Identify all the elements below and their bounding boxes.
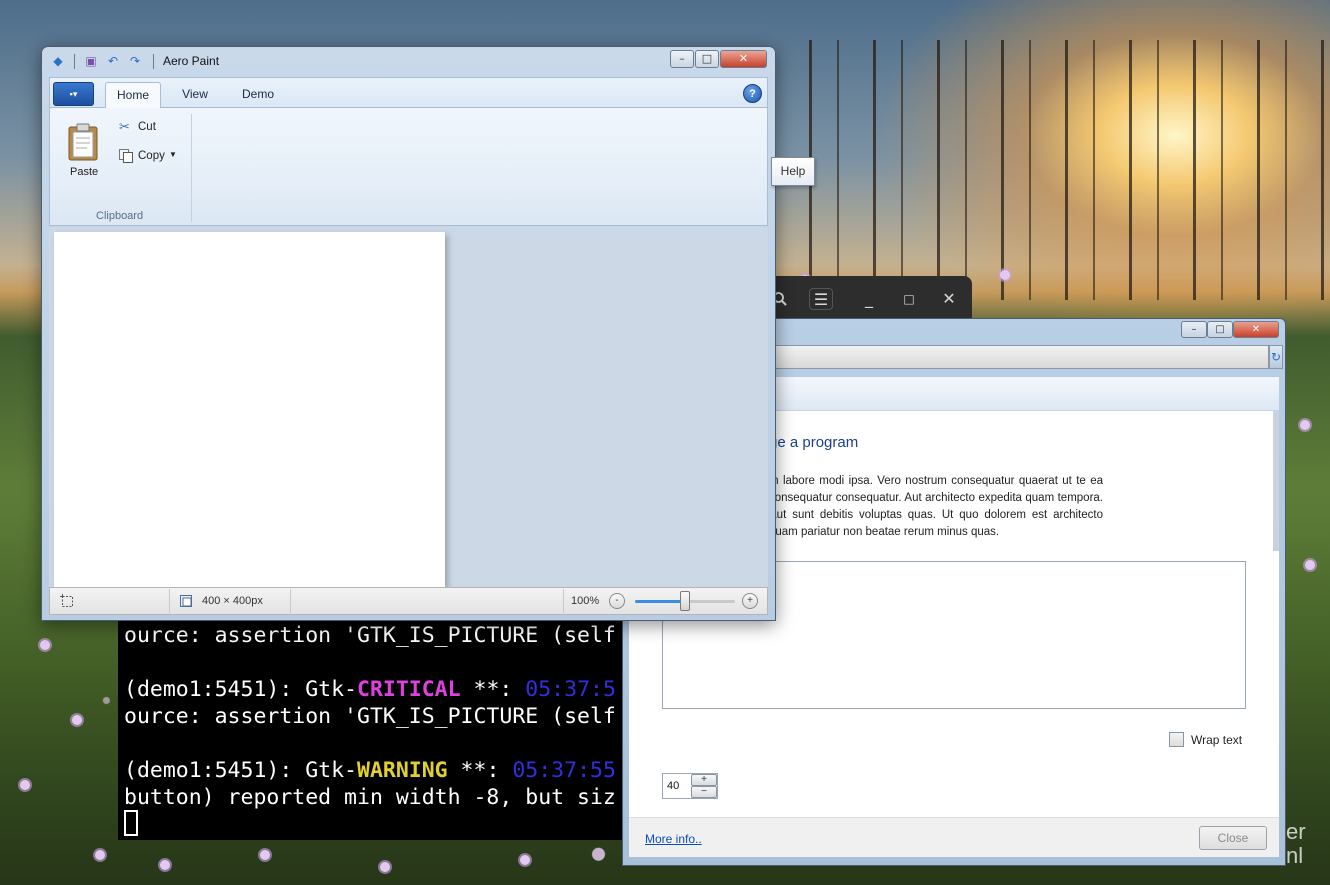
drawing-canvas[interactable]: [54, 232, 445, 587]
status-separator: [169, 589, 170, 613]
menu-icon[interactable]: ☰: [809, 288, 833, 310]
more-info-link[interactable]: More info..: [645, 832, 702, 846]
terminal-window[interactable]: ource: assertion 'GTK_IS_PICTURE (self (…: [118, 610, 628, 840]
maximize-button[interactable]: □: [897, 288, 921, 310]
ribbon-group-separator: [191, 114, 192, 222]
flower-decoration: [160, 860, 170, 870]
close-button[interactable]: ✕: [937, 288, 961, 310]
terminal-line: button) reported min width -8, but siz: [124, 785, 616, 810]
window-title: Aero Paint: [163, 54, 220, 68]
flower-decoration: [72, 715, 82, 725]
terminal-line: ource: assertion 'GTK_IS_PICTURE (self: [124, 704, 616, 729]
minimize-button[interactable]: –: [1181, 321, 1207, 338]
zoom-in-button[interactable]: +: [742, 593, 758, 609]
watermark-line: nl: [1286, 843, 1304, 868]
flower-decoration: [1000, 270, 1010, 280]
flower-decoration: [260, 850, 270, 860]
paste-button-label[interactable]: Paste: [70, 166, 98, 178]
log-separator: **:: [447, 758, 513, 783]
close-window-button[interactable]: ✕: [720, 50, 767, 68]
maximize-button[interactable]: □: [695, 50, 719, 68]
minimize-button[interactable]: _: [857, 288, 881, 310]
wrap-text-label: Wrap text: [1191, 733, 1243, 747]
zoom-out-button[interactable]: -: [609, 593, 625, 609]
wrap-text-checkbox[interactable]: [1169, 732, 1184, 747]
flower-decoration: [1305, 560, 1315, 570]
terminal-line: (demo1:5451): Gtk-WARNING **: 05:37:55: [124, 757, 616, 784]
log-prefix: (demo1:5451): Gtk-: [124, 677, 357, 702]
tab-view[interactable]: View: [170, 82, 220, 108]
flower-decoration: [95, 850, 105, 860]
chevron-down-icon[interactable]: ▼: [169, 150, 177, 159]
flower-decoration: [40, 640, 50, 650]
cut-button-label[interactable]: Cut: [138, 121, 156, 133]
terminal-line: ource: assertion 'GTK_IS_PICTURE (self: [124, 623, 616, 648]
log-prefix: (demo1:5451): Gtk-: [124, 758, 357, 783]
dialog-footer: More info.. Close: [629, 817, 1279, 857]
desktop-watermark: er nl: [1286, 820, 1306, 868]
copy-icon[interactable]: [119, 149, 133, 163]
zoom-level-label: 100%: [571, 595, 600, 607]
application-menu-button[interactable]: ▪▾: [53, 82, 94, 106]
selection-icon: [60, 594, 73, 607]
log-level-warning: WARNING: [357, 758, 448, 783]
refresh-icon[interactable]: ↻: [1269, 345, 1283, 369]
toolbar-separator: [153, 54, 154, 69]
scrollbar[interactable]: [1273, 411, 1279, 551]
ribbon: ▪▾ Home View Demo ? Paste ✂ Cut Copy ▼ C…: [49, 77, 768, 226]
spinner-increment-button[interactable]: +: [691, 774, 717, 786]
terminal-line: (demo1:5451): Gtk-CRITICAL **: 05:37:5: [124, 676, 616, 703]
dialog-description: m labore modi ipsa. Vero nostrum consequ…: [769, 475, 1103, 538]
help-tooltip: Help: [771, 157, 815, 186]
cut-icon[interactable]: ✂: [119, 120, 130, 135]
dialog-heading: ge a program: [769, 434, 859, 451]
close-window-button[interactable]: ✕: [1233, 321, 1279, 338]
save-icon[interactable]: ▣: [84, 54, 98, 68]
aero-paint-window[interactable]: ◆ ▣ ↶ ↷ Aero Paint – □ ✕ ▪▾ Home View De…: [41, 46, 815, 621]
clipboard-group-label: Clipboard: [96, 210, 144, 222]
status-bar: 400 × 400px 100% - +: [49, 587, 768, 615]
flower-decoration: [20, 780, 30, 790]
copy-button-label[interactable]: Copy: [138, 150, 165, 162]
log-separator: **:: [460, 677, 526, 702]
log-timestamp: 05:37:5: [525, 677, 616, 702]
canvas-dimensions: 400 × 400px: [202, 595, 263, 607]
watermark-line: er: [1286, 819, 1306, 844]
zoom-slider-fill: [635, 600, 685, 603]
app-menu-icon[interactable]: ◆: [51, 54, 65, 68]
flower-decoration: [1300, 420, 1310, 430]
log-timestamp: 05:37:55: [512, 758, 616, 783]
canvas-workspace: [49, 227, 768, 587]
ribbon-tab-bar: ▪▾ Home View Demo ?: [50, 78, 767, 108]
title-bar[interactable]: ◆ ▣ ↶ ↷ Aero Paint – □ ✕: [42, 47, 775, 75]
toolbar-separator: [74, 54, 75, 69]
undo-icon[interactable]: ↶: [106, 54, 120, 68]
maximize-button[interactable]: □: [1207, 321, 1233, 338]
status-separator: [290, 589, 291, 613]
minimize-button[interactable]: –: [670, 50, 694, 68]
zoom-slider-thumb[interactable]: [680, 591, 690, 611]
flower-decoration: [380, 862, 390, 872]
paste-icon[interactable]: [67, 123, 99, 161]
close-button[interactable]: Close: [1199, 826, 1267, 850]
redo-icon[interactable]: ↷: [128, 54, 142, 68]
help-icon[interactable]: ?: [743, 84, 762, 103]
status-separator: [563, 589, 564, 613]
canvas-size-icon: [180, 595, 192, 607]
log-level-critical: CRITICAL: [357, 677, 461, 702]
tab-home[interactable]: Home: [105, 82, 161, 108]
terminal-cursor: [124, 810, 138, 836]
spinner-decrement-button[interactable]: −: [691, 786, 717, 798]
tab-demo[interactable]: Demo: [230, 82, 286, 108]
flower-decoration: [520, 855, 530, 865]
desktop-trees: [775, 40, 1330, 300]
